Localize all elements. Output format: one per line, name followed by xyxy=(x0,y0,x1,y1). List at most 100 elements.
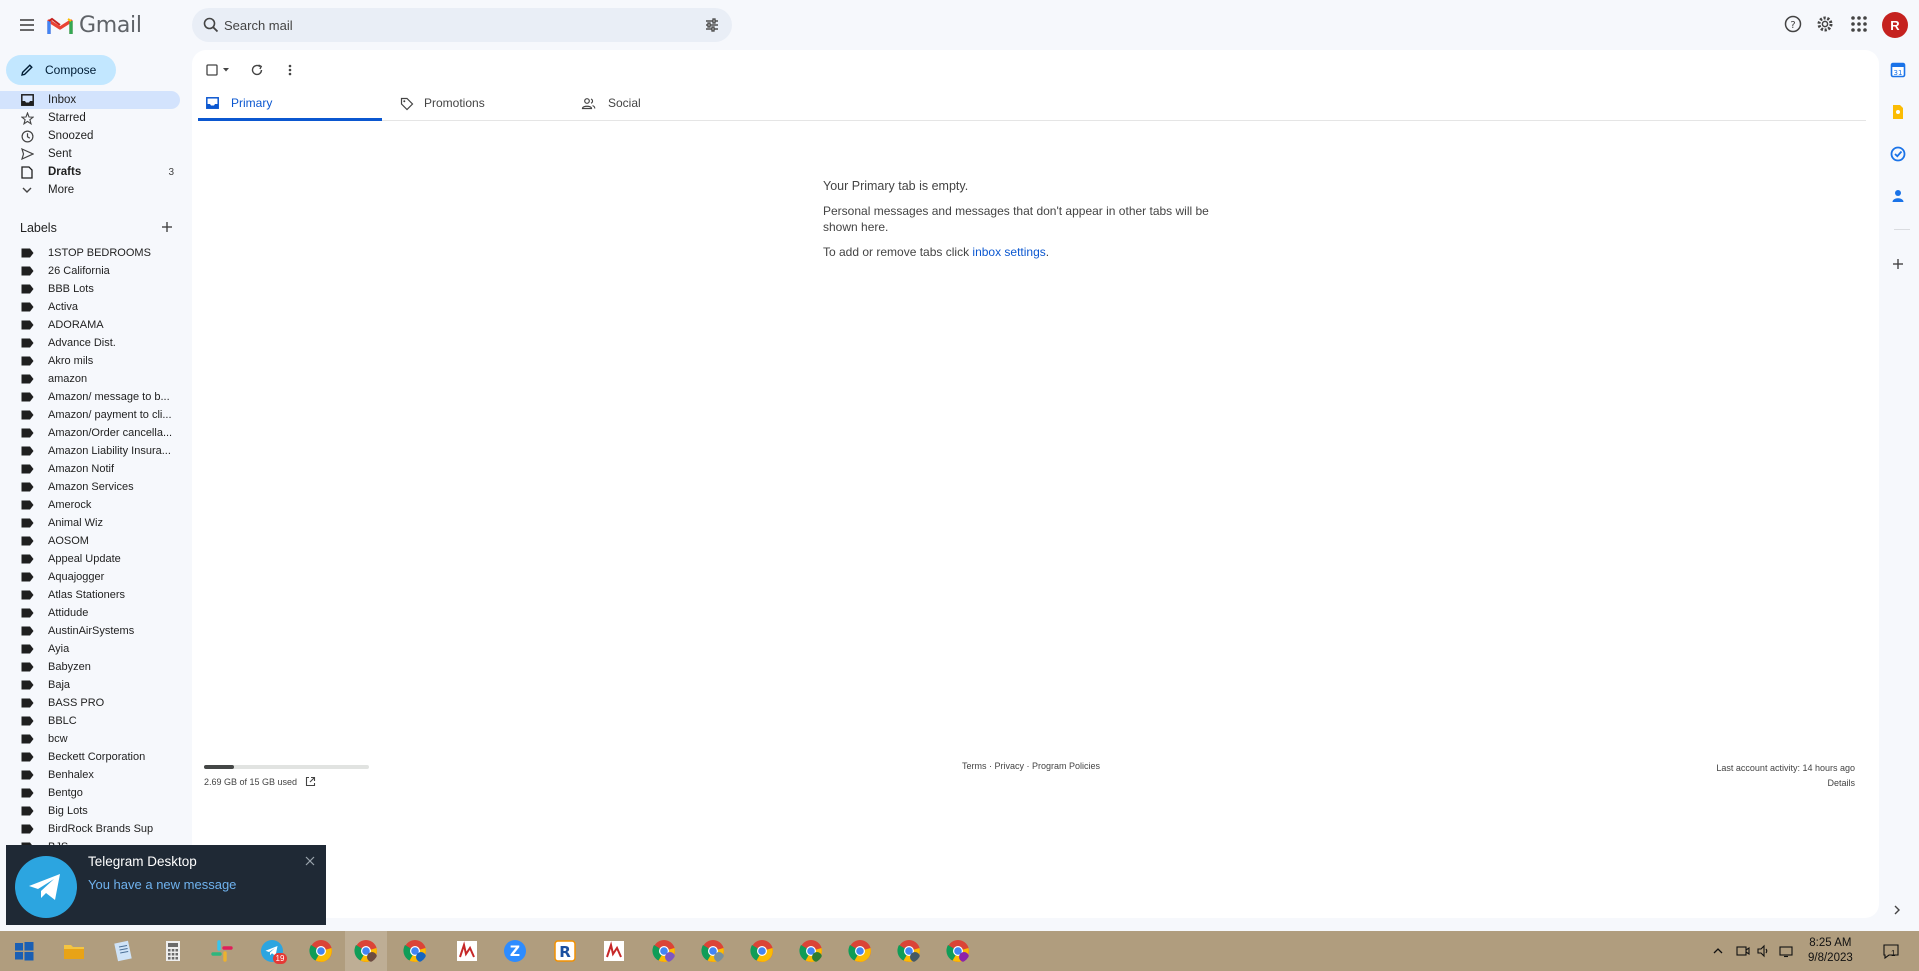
label-item[interactable]: Animal Wiz xyxy=(0,514,180,532)
label-item[interactable]: Babyzen xyxy=(0,658,180,676)
tab-promotions[interactable]: Promotions xyxy=(392,86,576,121)
telegram-notification[interactable]: Telegram Desktop You have a new message xyxy=(6,845,326,925)
label-item[interactable]: Baja xyxy=(0,676,180,694)
windows-start-icon[interactable] xyxy=(12,939,36,963)
label-item[interactable]: Amazon Services xyxy=(0,478,180,496)
expand-side-panel-icon[interactable] xyxy=(1890,903,1904,917)
chrome-icon[interactable] xyxy=(848,939,872,963)
notification-center-button[interactable]: 1 xyxy=(1882,943,1900,959)
select-all-checkbox[interactable] xyxy=(206,64,231,76)
label-item[interactable]: Akro mils xyxy=(0,352,180,370)
search-icon[interactable] xyxy=(202,16,220,34)
notification-title: Telegram Desktop xyxy=(88,854,197,869)
close-icon[interactable] xyxy=(304,855,316,867)
label-item[interactable]: ADORAMA xyxy=(0,316,180,334)
terms-link[interactable]: Terms xyxy=(962,761,987,771)
sidebar-item-starred[interactable]: Starred xyxy=(0,109,180,127)
label-item[interactable]: BBB Lots xyxy=(0,280,180,298)
label-item[interactable]: Aquajogger xyxy=(0,568,180,586)
document-app-icon[interactable] xyxy=(602,939,626,963)
label-item[interactable]: Bentgo xyxy=(0,784,180,802)
main-menu-icon[interactable] xyxy=(14,12,40,38)
get-addons-icon[interactable] xyxy=(1890,256,1906,272)
chrome-profile-icon[interactable] xyxy=(897,939,921,963)
tasks-icon[interactable] xyxy=(1890,146,1906,162)
google-apps-icon[interactable] xyxy=(1849,14,1869,34)
r-app-icon[interactable]: R xyxy=(553,939,577,963)
chrome-icon[interactable] xyxy=(309,939,333,963)
label-item[interactable]: BASS PRO xyxy=(0,694,180,712)
meet-now-icon[interactable] xyxy=(1736,944,1750,958)
label-icon xyxy=(21,608,34,618)
label-item[interactable]: Amerock xyxy=(0,496,180,514)
privacy-link[interactable]: Privacy xyxy=(995,761,1025,771)
compose-button[interactable]: Compose xyxy=(6,55,116,85)
contacts-icon[interactable] xyxy=(1890,188,1906,204)
zoom-icon[interactable]: Z xyxy=(503,939,527,963)
search-options-icon[interactable] xyxy=(704,17,720,33)
label-item[interactable]: Amazon Liability Insura... xyxy=(0,442,180,460)
label-item[interactable]: BBLC xyxy=(0,712,180,730)
label-item[interactable]: Amazon/ payment to cli... xyxy=(0,406,180,424)
label-item[interactable]: Amazon/Order cancella... xyxy=(0,424,180,442)
tab-social[interactable]: Social xyxy=(581,86,765,121)
chrome-profile-icon[interactable] xyxy=(354,939,378,963)
label-item[interactable]: Advance Dist. xyxy=(0,334,180,352)
show-hidden-icons-icon[interactable] xyxy=(1712,945,1724,957)
sidebar-item-more[interactable]: More xyxy=(0,181,180,199)
label-item[interactable]: BirdRock Brands Sup xyxy=(0,820,180,838)
calculator-icon[interactable] xyxy=(161,939,185,963)
label-item[interactable]: Big Lots xyxy=(0,802,180,820)
label-item[interactable]: Attidude xyxy=(0,604,180,622)
label-item[interactable]: Activa xyxy=(0,298,180,316)
label-item[interactable]: Beckett Corporation xyxy=(0,748,180,766)
sidebar-item-drafts[interactable]: Drafts 3 xyxy=(0,163,180,181)
label-item[interactable]: Ayia xyxy=(0,640,180,658)
slack-icon[interactable] xyxy=(210,939,234,963)
tab-primary[interactable]: Primary xyxy=(198,86,382,121)
chrome-icon[interactable] xyxy=(750,939,774,963)
add-label-icon[interactable] xyxy=(160,220,174,234)
chrome-profile-icon[interactable] xyxy=(403,939,427,963)
label-icon xyxy=(21,770,34,780)
label-item[interactable]: amazon xyxy=(0,370,180,388)
sidebar-item-inbox[interactable]: Inbox xyxy=(0,91,180,109)
account-avatar[interactable]: R xyxy=(1882,12,1908,38)
file-explorer-icon[interactable] xyxy=(62,939,86,963)
search-input[interactable] xyxy=(224,14,664,36)
sidebar-item-snoozed[interactable]: Snoozed xyxy=(0,127,180,145)
search-bar[interactable] xyxy=(192,8,732,42)
label-item[interactable]: bcw xyxy=(0,730,180,748)
keep-icon[interactable] xyxy=(1890,104,1906,120)
more-options-icon[interactable] xyxy=(287,63,293,77)
refresh-icon[interactable] xyxy=(250,63,264,77)
program-policies-link[interactable]: Program Policies xyxy=(1032,761,1100,771)
details-link[interactable]: Details xyxy=(1716,776,1855,791)
gmail-logo[interactable]: Gmail xyxy=(47,13,142,38)
label-item[interactable]: Benhalex xyxy=(0,766,180,784)
label-item[interactable]: Appeal Update xyxy=(0,550,180,568)
chrome-profile-icon[interactable] xyxy=(946,939,970,963)
system-clock[interactable]: 8:25 AM 9/8/2023 xyxy=(1808,936,1853,966)
label-item[interactable]: 1STOP BEDROOMS xyxy=(0,244,180,262)
network-icon[interactable] xyxy=(1778,944,1794,958)
sidebar-item-sent[interactable]: Sent xyxy=(0,145,180,163)
support-icon[interactable]: ? xyxy=(1783,14,1803,34)
label-item[interactable]: AOSOM xyxy=(0,532,180,550)
chrome-profile-icon[interactable] xyxy=(799,939,823,963)
label-item[interactable]: AustinAirSystems xyxy=(0,622,180,640)
label-item[interactable]: 26 California xyxy=(0,262,180,280)
document-app-icon[interactable] xyxy=(455,939,479,963)
open-external-icon[interactable] xyxy=(305,776,316,787)
notepad-icon[interactable] xyxy=(111,939,135,963)
chrome-profile-icon[interactable] xyxy=(652,939,676,963)
calendar-icon[interactable]: 31 xyxy=(1890,62,1906,78)
settings-gear-icon[interactable] xyxy=(1815,14,1835,34)
speaker-icon[interactable] xyxy=(1756,944,1770,958)
chrome-profile-icon[interactable] xyxy=(701,939,725,963)
telegram-taskbar-button[interactable]: 19 xyxy=(260,939,287,964)
label-item[interactable]: Amazon Notif xyxy=(0,460,180,478)
label-item[interactable]: Amazon/ message to b... xyxy=(0,388,180,406)
label-item[interactable]: Atlas Stationers xyxy=(0,586,180,604)
inbox-settings-link[interactable]: inbox settings xyxy=(972,245,1045,259)
